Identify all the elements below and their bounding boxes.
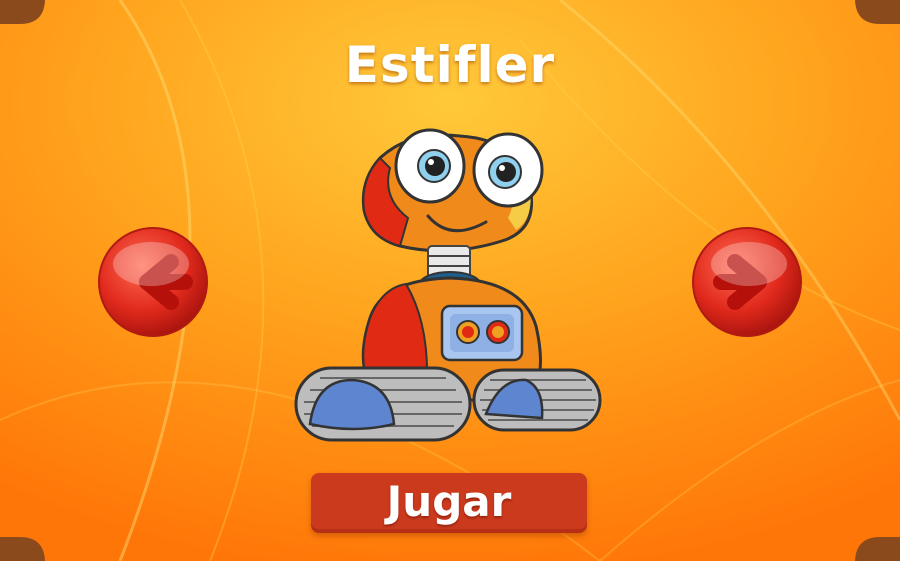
character-name-title: Estifler	[344, 36, 556, 94]
play-button-label: Jugar	[386, 477, 512, 526]
game-screen: Estifler Jugar	[0, 0, 900, 561]
robot-character	[294, 128, 602, 442]
next-character-button[interactable]	[691, 226, 803, 338]
right-arrow-icon	[692, 227, 802, 337]
robot-left-eye	[394, 128, 466, 204]
robot-left-track	[294, 366, 472, 442]
robot-right-track	[472, 368, 602, 432]
robot-right-eye	[472, 132, 544, 208]
play-button[interactable]: Jugar	[311, 473, 587, 533]
left-arrow-icon	[98, 227, 208, 337]
previous-character-button[interactable]	[97, 226, 209, 338]
